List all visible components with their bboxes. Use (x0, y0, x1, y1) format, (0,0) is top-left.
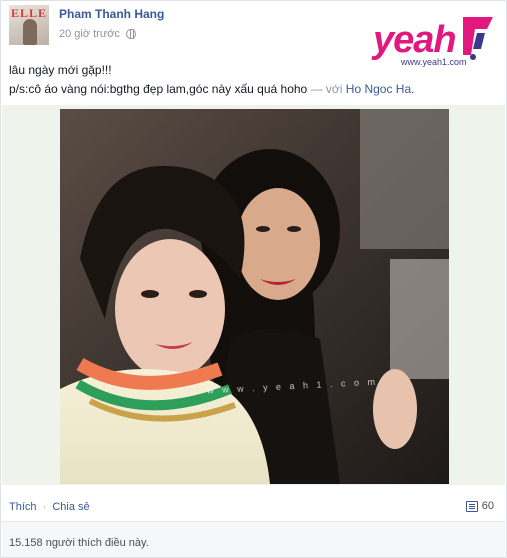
globe-icon[interactable] (125, 29, 136, 39)
author-avatar[interactable]: ELLE (9, 5, 49, 45)
with-label: — với (310, 82, 343, 96)
post-photo[interactable]: w w w . y e a h 1 . c o m (60, 109, 449, 484)
comment-icon (465, 500, 478, 512)
comment-count: 60 (481, 500, 494, 512)
post-meta: 20 giờ trước (59, 28, 136, 40)
post-actions: Thích · Chia sẻ (9, 501, 90, 513)
photo-illustration (60, 109, 449, 484)
action-separator: · (42, 501, 47, 513)
post-text-line-2: p/s:cô áo vàng nói:bgthg đẹp lam,góc này… (9, 82, 414, 96)
tagged-person-link[interactable]: Ho Ngoc Ha. (346, 82, 415, 96)
logo-text: yeah (373, 19, 457, 61)
likes-count-text[interactable]: 15.158 người thích điều này. (9, 537, 149, 549)
like-button[interactable]: Thích (9, 501, 37, 513)
comment-count-button[interactable]: 60 (465, 500, 494, 512)
share-button[interactable]: Chia sẻ (52, 501, 89, 513)
post-text-body: p/s:cô áo vàng nói:bgthg đẹp lam,góc này… (9, 82, 308, 96)
post-timestamp[interactable]: 20 giờ trước (59, 28, 120, 40)
logo-mark-icon (463, 17, 493, 60)
logo-url: www.yeah1.com (401, 57, 467, 67)
yeah1-logo: yeah www.yeah1.com (371, 15, 499, 69)
post-text-line-1: lâu ngày mới gặp!!! (9, 63, 112, 77)
post-card: ELLE Pham Thanh Hang 20 giờ trước yeah w… (0, 0, 507, 558)
avatar-figure (23, 19, 37, 45)
author-name[interactable]: Pham Thanh Hang (59, 7, 164, 21)
